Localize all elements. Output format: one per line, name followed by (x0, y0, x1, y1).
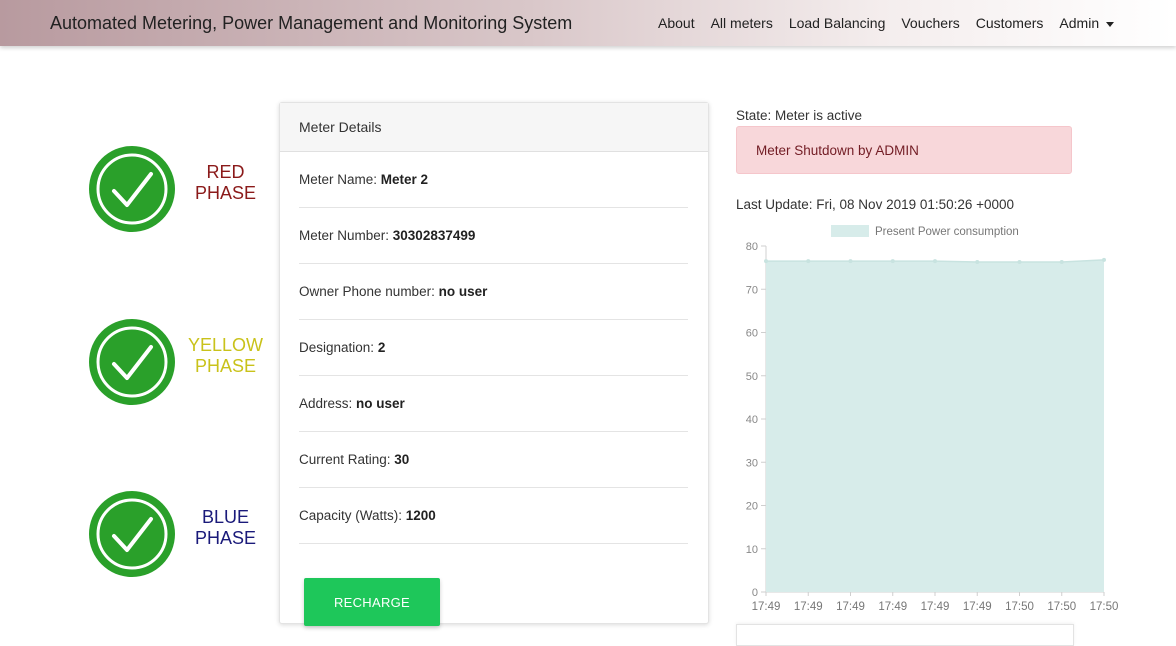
address-row: Address: no user (299, 376, 688, 432)
designation-row: Designation: 2 (299, 320, 688, 376)
nav-link-vouchers[interactable]: Vouchers (901, 15, 959, 31)
row-label: Meter Name: (299, 172, 381, 187)
check-circle-icon (89, 146, 175, 232)
row-value: 30 (394, 452, 410, 467)
y-tick-label: 80 (746, 241, 758, 253)
x-tick-label: 17:49 (963, 601, 992, 613)
phase-label-line1: BLUE (201, 507, 250, 527)
check-circle-icon (89, 319, 175, 405)
y-tick-label: 30 (746, 457, 758, 469)
nav-link-load-balancing[interactable]: Load Balancing (789, 15, 886, 31)
data-point (1059, 260, 1064, 265)
y-tick-label: 40 (746, 414, 758, 426)
row-value: no user (356, 396, 405, 411)
x-tick-label: 17:50 (1005, 601, 1034, 613)
x-tick-label: 17:49 (921, 601, 950, 613)
y-tick-label: 50 (746, 371, 758, 383)
data-point (806, 259, 811, 264)
last-update: Last Update: Fri, 08 Nov 2019 01:50:26 +… (736, 197, 1015, 212)
row-value: 2 (377, 340, 386, 355)
admin-dropdown[interactable]: Admin (1059, 15, 1115, 31)
next-card-edge (736, 624, 1074, 646)
current-rating-row: Current Rating: 30 (299, 432, 688, 488)
red-phase-label: RED PHASE (183, 162, 268, 204)
x-tick-label: 17:49 (794, 601, 823, 613)
red-phase-indicator: RED PHASE (83, 138, 303, 240)
data-point (1102, 257, 1106, 262)
meter-number-row: Meter Number: 30302837499 (299, 208, 688, 264)
legend-swatch (831, 225, 869, 237)
yellow-phase-label: YELLOW PHASE (183, 335, 268, 377)
phase-label-line2: PHASE (194, 183, 257, 203)
nav-link-all-meters[interactable]: All meters (711, 15, 773, 31)
meter-details-card: Meter Details Meter Name: Meter 2 Meter … (279, 102, 709, 626)
blue-phase-indicator: BLUE PHASE (83, 483, 303, 585)
navbar: Automated Metering, Power Management and… (0, 0, 1176, 46)
card-header: Meter Details (280, 103, 708, 152)
phase-label-line1: YELLOW (187, 335, 264, 355)
nav-link-customers[interactable]: Customers (976, 15, 1044, 31)
row-label: Owner Phone number: (299, 284, 439, 299)
series-area (766, 259, 1104, 592)
data-point (975, 260, 980, 265)
row-value: Meter 2 (380, 172, 429, 187)
x-tick-label: 17:50 (1090, 601, 1119, 613)
admin-label: Admin (1059, 15, 1100, 31)
phase-label-line2: PHASE (194, 356, 257, 376)
phase-label-line2: PHASE (194, 528, 257, 548)
row-value: no user (438, 284, 488, 299)
brand-title[interactable]: Automated Metering, Power Management and… (50, 0, 572, 46)
row-label: Current Rating: (299, 452, 395, 467)
data-point (848, 259, 853, 264)
row-value: 1200 (405, 508, 436, 523)
meter-details-list: Meter Name: Meter 2 Meter Number: 303028… (299, 152, 688, 544)
y-tick-label: 0 (752, 587, 758, 599)
capacity-row: Capacity (Watts): 1200 (299, 488, 688, 544)
owner-phone-row: Owner Phone number: no user (299, 264, 688, 320)
row-label: Capacity (Watts): (299, 508, 406, 523)
check-tile (83, 311, 181, 413)
meter-name-row: Meter Name: Meter 2 (299, 152, 688, 208)
recharge-button[interactable]: RECHARGE (304, 578, 440, 626)
row-label: Address: (299, 396, 357, 411)
meter-state: State: Meter is active (736, 108, 863, 123)
shutdown-alert: Meter Shutdown by ADMIN (736, 126, 1072, 174)
phase-label-line1: RED (206, 162, 245, 182)
nav-links: About All meters Load Balancing Vouchers… (658, 0, 1115, 46)
x-tick-label: 17:50 (1047, 601, 1076, 613)
check-tile (83, 483, 181, 585)
y-tick-label: 20 (746, 501, 758, 513)
data-point (933, 259, 937, 264)
power-consumption-chart: 0 10 20 30 40 50 60 70 80 17:49 17:49 17:49 17:49 17:… (746, 225, 1119, 613)
row-value: 30302837499 (392, 228, 476, 243)
y-tick-label: 60 (746, 328, 758, 340)
data-point (1017, 260, 1022, 265)
yellow-phase-indicator: YELLOW PHASE (83, 311, 303, 413)
caret-down-icon (1106, 21, 1115, 27)
blue-phase-label: BLUE PHASE (183, 507, 268, 549)
check-tile (83, 138, 181, 240)
check-circle-icon (89, 491, 175, 577)
y-tick-label: 10 (746, 544, 758, 556)
row-label: Designation: (299, 340, 378, 355)
data-point (764, 259, 768, 264)
data-point (890, 259, 895, 264)
x-tick-label: 17:49 (836, 601, 865, 613)
row-label: Meter Number: (299, 228, 393, 243)
nav-link-about[interactable]: About (658, 15, 695, 31)
x-tick-label: 17:49 (878, 601, 907, 613)
x-tick-label: 17:49 (752, 601, 781, 613)
y-tick-label: 70 (746, 284, 758, 296)
legend-label: Present Power consumption (875, 226, 1019, 238)
